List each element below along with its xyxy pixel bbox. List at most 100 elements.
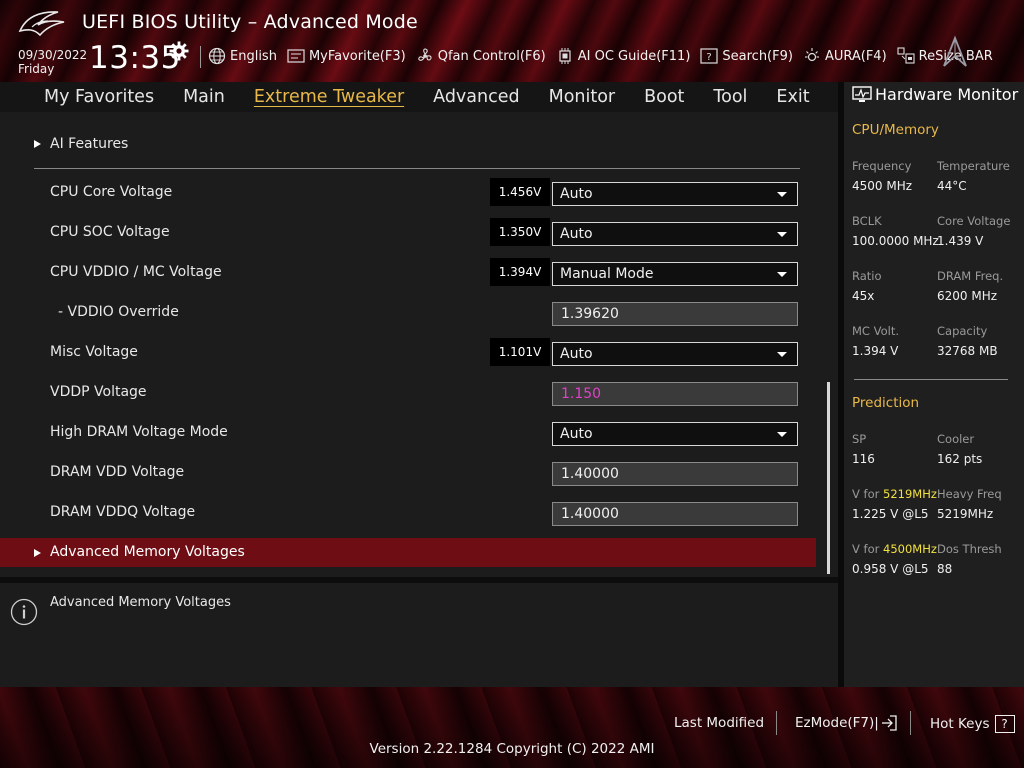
freq1-value: 5219MHz [883,487,937,501]
hot-keys-button[interactable]: Hot Keys ? [930,715,1015,733]
menu-advanced[interactable]: Advanced [433,87,519,107]
myfavorite-label: MyFavorite(F3) [308,48,406,64]
hw-divider [854,379,1008,380]
globe-icon [208,47,226,65]
ezmode-button[interactable]: EzMode(F7)| [795,715,898,731]
select-value: Auto [560,426,593,442]
v2-value: 0.958 V @L5 [852,562,929,576]
cpu-vddio-mc-voltage-select[interactable]: Manual Mode [552,262,798,286]
freq2-value: 4500MHz [883,542,937,556]
select-value: Auto [560,226,593,242]
bclk-label: BCLK [852,214,882,228]
dram-freq-label: DRAM Freq. [937,269,1004,283]
help-text: Advanced Memory Voltages [50,595,231,610]
scrollbar[interactable] [827,382,830,574]
current-voltage-badge: 1.456V [490,178,550,206]
search-button[interactable]: ? Search(F9) [700,48,793,64]
setting-label: DRAM VDDQ Voltage [50,504,196,520]
menu-boot[interactable]: Boot [644,87,684,107]
ai-oc-guide-label: AI OC Guide(F11) [577,48,691,64]
setting-row-cpu-core-voltage: CPU Core Voltage 1.456V Auto [0,172,838,212]
svg-text:?: ? [707,52,712,63]
selected-item-label: Advanced Memory Voltages [50,544,245,560]
app-title: UEFI BIOS Utility – Advanced Mode [82,11,418,33]
setting-row-vddio-override: - VDDIO Override 1.39620 [0,292,838,332]
misc-voltage-select[interactable]: Auto [552,342,798,366]
cpu-soc-voltage-select[interactable]: Auto [552,222,798,246]
menu-my-favorites[interactable]: My Favorites [44,87,154,107]
menu-main[interactable]: Main [183,87,225,107]
dropdown-arrow-icon [777,352,787,357]
submenu-advanced-memory-voltages[interactable]: Advanced Memory Voltages [0,538,816,567]
capacity-label: Capacity [937,324,988,338]
setting-row-dram-vdd-voltage: DRAM VDD Voltage 1.40000 [0,452,838,492]
menu-tool[interactable]: Tool [713,87,747,107]
footer-bar: Last Modified EzMode(F7)| Hot Keys ? Ver… [0,687,1024,768]
temperature-value: 44°C [937,179,967,193]
qfan-control-label: Qfan Control(F6) [437,48,546,64]
select-value: Auto [560,346,593,362]
dram-freq-value: 6200 MHz [937,289,998,303]
ai-oc-guide-button[interactable]: AI OC Guide(F11) [556,47,691,65]
exit-arrow-icon [881,715,897,731]
language-button[interactable]: English [208,47,277,65]
hardware-monitor-panel: Hardware Monitor CPU/Memory Frequency 45… [844,82,1024,687]
setting-label: DRAM VDD Voltage [50,464,185,480]
dropdown-arrow-icon [777,232,787,237]
dram-vdd-voltage-input[interactable]: 1.40000 [552,462,798,486]
bclk-value: 100.0000 MHz [852,234,939,248]
myfavorite-button[interactable]: MyFavorite(F3) [287,49,406,64]
aura-icon [804,48,819,62]
aura-label: AURA(F4) [824,48,887,64]
cpu-memory-heading: CPU/Memory [852,122,939,138]
expand-arrow-icon [34,548,41,557]
high-dram-voltage-mode-select[interactable]: Auto [552,422,798,446]
aura-button[interactable]: AURA(F4) [803,47,887,65]
vddio-override-input[interactable]: 1.39620 [552,302,798,326]
footer-divider [910,711,911,735]
cooler-label: Cooler [937,432,975,446]
gear-icon[interactable] [169,41,189,61]
setting-label: - VDDIO Override [58,304,179,320]
sp-value: 116 [852,452,875,466]
qfan-control-button[interactable]: Qfan Control(F6) [416,47,546,65]
rog-logo-icon [18,11,65,37]
favorite-icon [287,49,305,63]
prediction-heading: Prediction [852,395,920,411]
temperature-label: Temperature [937,159,1010,173]
dram-vddq-voltage-input[interactable]: 1.40000 [552,502,798,526]
v-for-freq2-label: V for 4500MHz [852,542,937,556]
submenu-ai-features[interactable]: AI Features [34,136,128,152]
footer-divider [776,711,777,735]
dropdown-arrow-icon [777,192,787,197]
dos-thresh-label: Dos Thresh [937,542,1002,556]
help-panel: Advanced Memory Voltages [0,583,838,687]
setting-label: CPU Core Voltage [50,184,173,200]
cpu-core-voltage-select[interactable]: Auto [552,182,798,206]
setting-label: VDDP Voltage [50,384,147,400]
monitor-icon [852,85,872,102]
vddp-voltage-input[interactable]: 1.150 [552,382,798,406]
setting-row-misc-voltage: Misc Voltage 1.101V Auto [0,332,838,372]
v-for-freq1-label: V for 5219MHz [852,487,937,501]
capacity-value: 32768 MB [937,344,998,358]
menu-exit[interactable]: Exit [776,87,809,107]
v-for-text: V for [852,487,880,501]
help-key-icon: ? [994,715,1015,733]
date-text: 09/30/2022 [18,48,88,62]
menu-extreme-tweaker[interactable]: Extreme Tweaker [254,87,404,107]
last-modified-button[interactable]: Last Modified [674,715,764,731]
frequency-label: Frequency [852,159,912,173]
info-icon [10,598,38,626]
ratio-value: 45x [852,289,875,303]
current-voltage-badge: 1.350V [490,218,550,246]
core-voltage-label: Core Voltage [937,214,1011,228]
setting-row-cpu-vddio-mc-voltage: CPU VDDIO / MC Voltage 1.394V Manual Mod… [0,252,838,292]
menu-monitor[interactable]: Monitor [549,87,616,107]
setting-label: CPU SOC Voltage [50,224,170,240]
ezmode-label: EzMode(F7)| [795,715,879,731]
main-menu: My Favorites Main Extreme Tweaker Advanc… [0,82,838,112]
header-bar: UEFI BIOS Utility – Advanced Mode 09/30/… [0,0,1024,82]
core-voltage-value: 1.439 V [937,234,984,248]
fan-icon [417,48,432,61]
